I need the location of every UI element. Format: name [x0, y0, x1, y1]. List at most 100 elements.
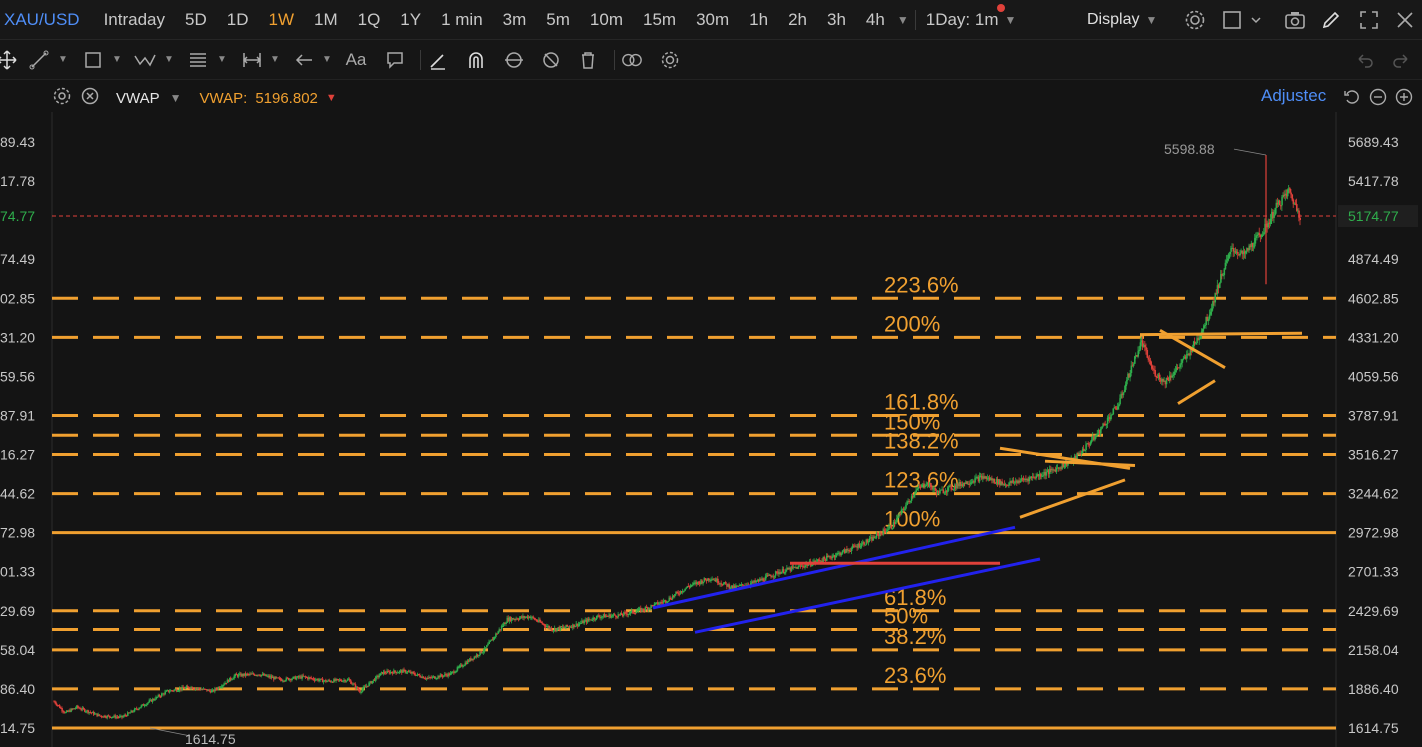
candle-body: [905, 505, 907, 509]
settings-icon[interactable]: [1183, 8, 1207, 32]
left-price-label: 59.56: [0, 368, 35, 384]
interval-tab[interactable]: 5m: [536, 10, 580, 30]
hide-drawings-icon[interactable]: [540, 49, 562, 71]
chevron-down-icon[interactable]: ▼: [164, 54, 174, 65]
zoom-in-icon[interactable]: [1395, 88, 1413, 111]
right-price-label: 5417.78: [1348, 173, 1399, 189]
candle-body: [863, 542, 865, 545]
text-tool-icon[interactable]: Aa: [345, 49, 367, 71]
candle-body: [993, 478, 996, 483]
fib-level-label: 38.2%: [884, 624, 946, 649]
indicator-name[interactable]: VWAP: [116, 90, 160, 107]
left-price-label: 29.69: [0, 603, 35, 619]
rectangle-tool-icon[interactable]: [82, 49, 104, 71]
right-price-label: 1886.40: [1348, 681, 1399, 697]
fib-level-label: 23.6%: [884, 663, 946, 688]
fullscreen-icon[interactable]: [1357, 8, 1381, 32]
candle-body: [98, 714, 101, 716]
chart-pane: [0, 112, 1422, 747]
chevron-down-icon[interactable]: ▼: [270, 54, 280, 65]
pattern-tool-icon[interactable]: [134, 49, 156, 71]
interval-tab[interactable]: 3h: [817, 10, 856, 30]
magnet-icon[interactable]: [465, 49, 487, 71]
chevron-down-icon[interactable]: ▼: [170, 91, 182, 105]
candle-body: [1132, 363, 1135, 366]
chart-interval-selector[interactable]: 1Day: 1m: [922, 3, 1006, 30]
price-chart[interactable]: 5689.43 5417.78 5174.77 4874.49 4602.85 4331.…: [0, 0, 1422, 747]
candle-body: [1237, 251, 1239, 255]
camera-icon[interactable]: [1283, 8, 1307, 32]
candle-body: [225, 682, 228, 684]
interval-tab[interactable]: 1M: [304, 10, 348, 30]
left-price-label: 58.04: [0, 642, 35, 658]
chevron-down-icon[interactable]: ▼: [1004, 13, 1016, 27]
candle-body: [129, 712, 131, 714]
left-price-label: 72.98: [0, 525, 35, 541]
trendline-tool-icon[interactable]: [28, 49, 50, 71]
toolbar-divider: [914, 9, 916, 30]
comment-tool-icon[interactable]: [384, 49, 406, 71]
interval-tab[interactable]: 3m: [493, 10, 537, 30]
trash-icon[interactable]: [577, 49, 599, 71]
interval-tab[interactable]: 10m: [580, 10, 633, 30]
interval-tab[interactable]: 30m: [686, 10, 739, 30]
fib-tool-icon[interactable]: [187, 49, 209, 71]
indicator-remove-icon[interactable]: [80, 86, 100, 110]
chevron-down-icon[interactable]: ▼: [112, 54, 122, 65]
pencil-icon[interactable]: [1319, 8, 1343, 32]
chevron-down-icon[interactable]: [1244, 8, 1268, 32]
interval-tab[interactable]: 1D: [217, 10, 259, 30]
chevron-down-icon[interactable]: ▼: [322, 54, 332, 65]
symbol-selector[interactable]: XAU/USD: [0, 10, 94, 30]
fib-level-label: 138.2%: [884, 429, 959, 454]
chevron-down-icon[interactable]: ▼: [217, 54, 227, 65]
chevron-down-icon[interactable]: ▼: [897, 13, 909, 27]
right-price-label: 3516.27: [1348, 447, 1399, 463]
candle-body: [1218, 282, 1221, 288]
left-price-label: 17.78: [0, 173, 35, 189]
candle-body: [108, 715, 111, 717]
candle-body: [1122, 392, 1125, 396]
zoom-out-icon[interactable]: [1369, 88, 1387, 111]
restore-icon[interactable]: [1343, 88, 1361, 111]
interval-tab[interactable]: 1 min: [431, 10, 493, 30]
interval-tab[interactable]: 4h: [856, 10, 895, 30]
interval-tab[interactable]: 1W: [258, 10, 304, 30]
lock-drawings-icon[interactable]: [503, 49, 525, 71]
right-price-label: 2429.69: [1348, 603, 1399, 619]
interval-tab[interactable]: 2h: [778, 10, 817, 30]
candle-body: [1112, 408, 1115, 415]
brush-tool-icon[interactable]: [427, 49, 449, 71]
candle-body: [1279, 200, 1281, 206]
interval-tabs: Intraday 5D 1D 1W 1M 1Q 1Y 1 min 3m 5m 10m 15m 30m 1h…: [94, 10, 895, 30]
redo-icon[interactable]: [1390, 49, 1412, 71]
right-price-label: 1614.75: [1348, 720, 1399, 736]
chevron-down-icon[interactable]: ▼: [58, 54, 68, 65]
candle-body: [725, 582, 727, 584]
measure-tool-icon[interactable]: [241, 49, 263, 71]
candle-body: [1126, 380, 1128, 385]
layout-square-icon[interactable]: [1220, 8, 1244, 32]
undo-icon[interactable]: [1354, 49, 1376, 71]
interval-tab[interactable]: 1Q: [348, 10, 391, 30]
close-icon[interactable]: [1393, 8, 1417, 32]
candle-body: [1223, 269, 1226, 276]
crosshair-move-icon[interactable]: [0, 49, 18, 71]
candle-body: [394, 670, 396, 672]
left-price-label: 14.75: [0, 720, 35, 736]
candle-body: [138, 708, 140, 710]
interval-tab[interactable]: 15m: [633, 10, 686, 30]
interval-tab[interactable]: 1Y: [390, 10, 431, 30]
adjusted-toggle[interactable]: Adjustec: [1261, 86, 1335, 106]
interval-tab[interactable]: 1h: [739, 10, 778, 30]
interval-tab[interactable]: Intraday: [94, 10, 175, 30]
candle-body: [1299, 217, 1301, 221]
candle-body: [939, 490, 941, 494]
indicator-settings-icon[interactable]: [52, 86, 72, 110]
interval-tab[interactable]: 5D: [175, 10, 217, 30]
settings-icon[interactable]: [659, 49, 681, 71]
compare-icon[interactable]: [621, 49, 643, 71]
display-menu[interactable]: Display ▼: [1087, 0, 1157, 40]
right-price-label: 4331.20: [1348, 329, 1399, 345]
arrow-tool-icon[interactable]: [293, 49, 315, 71]
